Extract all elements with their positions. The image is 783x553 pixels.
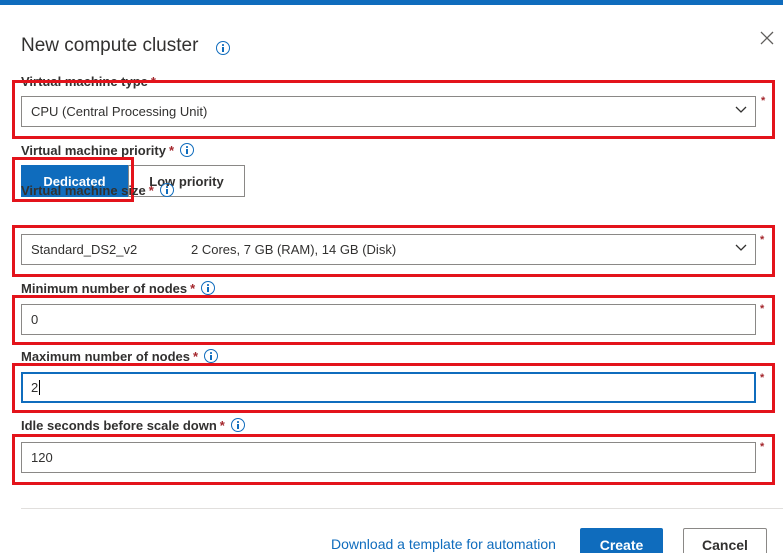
required-indicator: * <box>760 441 765 453</box>
idle-seconds-input[interactable]: 120 <box>21 442 756 473</box>
vm-type-label: Virtual machine type * <box>21 74 156 89</box>
new-compute-cluster-panel: New compute cluster Virtual machine type… <box>0 5 783 553</box>
required-indicator: * <box>760 372 765 384</box>
title-info-icon[interactable] <box>216 40 230 55</box>
cancel-button[interactable]: Cancel <box>683 528 767 553</box>
vm-type-select[interactable]: CPU (Central Processing Unit) <box>21 96 756 127</box>
chevron-down-icon <box>735 244 747 251</box>
chevron-down-icon <box>735 106 747 113</box>
max-nodes-input[interactable]: 2 <box>21 372 756 403</box>
vm-priority-label: Virtual machine priority * <box>21 143 195 158</box>
required-indicator: * <box>760 303 765 315</box>
vm-size-label: Virtual machine size * <box>21 183 174 198</box>
min-nodes-info-icon[interactable] <box>201 281 216 296</box>
vm-priority-info-icon[interactable] <box>180 143 195 158</box>
text-caret <box>39 380 41 395</box>
idle-seconds-label: Idle seconds before scale down * <box>21 418 245 433</box>
required-indicator: * <box>761 95 766 107</box>
max-nodes-label: Maximum number of nodes * <box>21 349 219 364</box>
close-icon[interactable] <box>758 29 776 47</box>
min-nodes-input[interactable]: 0 <box>21 304 756 335</box>
idle-seconds-info-icon[interactable] <box>230 418 245 433</box>
vm-size-details: 2 Cores, 7 GB (RAM), 14 GB (Disk) <box>191 242 397 257</box>
dialog-title: New compute cluster <box>21 35 199 56</box>
vm-size-info-icon[interactable] <box>159 183 174 198</box>
max-nodes-info-icon[interactable] <box>204 349 219 364</box>
required-indicator: * <box>760 234 765 246</box>
min-nodes-label: Minimum number of nodes * <box>21 281 216 296</box>
download-template-link[interactable]: Download a template for automation <box>331 536 556 552</box>
create-button[interactable]: Create <box>580 528 663 553</box>
footer-divider <box>21 508 783 509</box>
vm-size-name: Standard_DS2_v2 <box>31 242 138 257</box>
vm-size-select[interactable]: Standard_DS2_v2 2 Cores, 7 GB (RAM), 14 … <box>21 234 756 265</box>
